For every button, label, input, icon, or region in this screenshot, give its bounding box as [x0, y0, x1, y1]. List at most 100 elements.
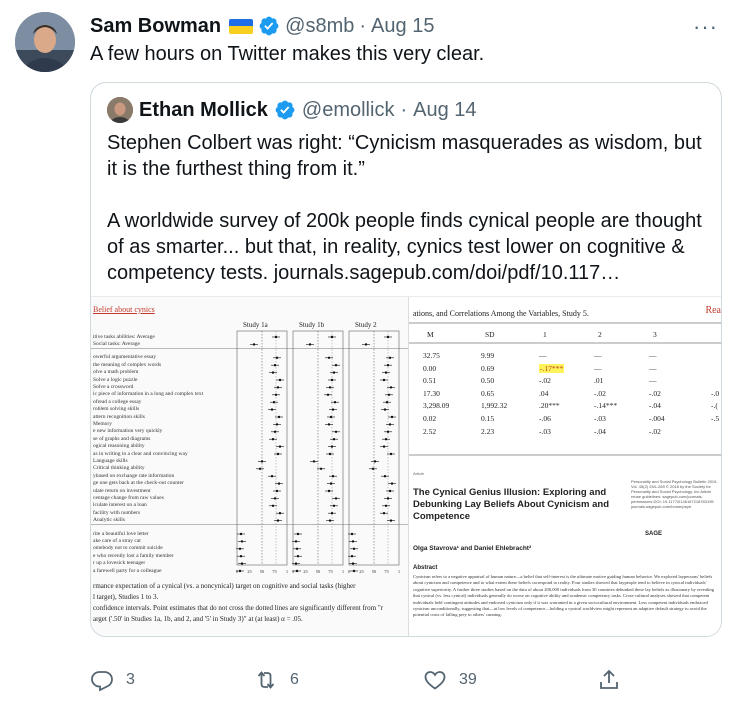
figure-caption-line-3: confidence intervals. Point estimates th… — [93, 604, 384, 612]
estimate-point — [334, 364, 338, 367]
table-column-header: 3 — [653, 330, 657, 339]
plot-row-label: ic piece of information in a long and co… — [93, 391, 204, 398]
estimate-point — [276, 452, 280, 456]
table-cell: — — [539, 351, 547, 360]
table-rules — [409, 322, 721, 456]
table-cell: 0.51 — [423, 376, 437, 386]
plot-row-label: ogical reasoning ability — [93, 443, 145, 450]
plot-row-label: Language skills — [93, 457, 128, 464]
author-name[interactable]: Sam Bowman — [90, 15, 221, 38]
paper-first-page: Article The Cynical Genius Illusion: Exp… — [409, 465, 721, 636]
plot-column-header: Study 2 — [355, 321, 377, 329]
plot-row-label: the meaning of complex words — [93, 361, 162, 368]
figure-caption-line-1: rmance expectation of a cynical (vs. a n… — [93, 582, 356, 590]
quoted-tweet-date[interactable]: Aug 14 — [413, 99, 476, 122]
plot-row-label: Solve a logic puzzle — [93, 376, 138, 383]
plot-row-label: rite a beautiful love letter — [93, 530, 149, 537]
separator-dot: · — [400, 98, 408, 121]
estimate-point — [273, 497, 277, 500]
plot-row-label: e new information very quickly — [93, 428, 163, 435]
plot-row-label: e who recently lost a family member — [93, 552, 174, 559]
verified-badge-icon — [259, 16, 279, 36]
plot-row-label: ybased on exchange rate information — [93, 472, 175, 479]
axis-tick-label: 75 — [272, 569, 277, 574]
quoted-author-handle[interactable]: @emollick — [302, 99, 395, 122]
estimate-point — [386, 335, 390, 339]
axis-tick-label: 1 — [286, 569, 288, 574]
estimate-point — [352, 569, 356, 573]
estimate-point — [277, 482, 281, 485]
plot-row-label: Critical thinking ability — [93, 465, 145, 472]
tweet[interactable]: Sam Bowman @s8mb · Aug 15 ··· A few hour… — [0, 0, 736, 702]
table-cell: 0.50 — [481, 376, 495, 386]
ukraine-flag-icon — [229, 18, 254, 34]
sage-logo: SAGE — [645, 531, 663, 537]
quoted-paragraph-2: A worldwide survey of 200k people finds … — [107, 210, 702, 284]
like-button[interactable]: 39 — [423, 668, 477, 692]
estimate-point — [352, 547, 356, 550]
estimate-point — [382, 445, 386, 448]
plot-row-label: a farewell party for a colleague — [93, 567, 162, 574]
quoted-author-name[interactable]: Ethan Mollick — [139, 99, 268, 122]
plot-row-label: itive tasks abilities: Average — [93, 333, 155, 340]
table-cell: — — [594, 351, 602, 360]
table-column-header: M — [427, 330, 434, 339]
reply-button[interactable]: 3 — [90, 668, 135, 692]
tweet-date[interactable]: Aug 15 — [371, 15, 434, 38]
plot-row-label: owerful argumentative essay — [93, 354, 157, 361]
more-icon[interactable]: ··· — [693, 14, 718, 40]
tweet-header: Sam Bowman @s8mb · Aug 15 — [90, 13, 434, 39]
estimate-point — [386, 430, 390, 433]
estimate-point — [327, 356, 331, 359]
retweet-count: 6 — [290, 671, 299, 688]
table-cell: -.004 — [649, 414, 665, 423]
quoted-tweet-text: Stephen Colbert was right: “Cynicism mas… — [107, 130, 707, 286]
estimate-point — [327, 489, 331, 493]
share-button[interactable] — [597, 668, 621, 692]
quoted-tweet[interactable]: Ethan Mollick @emollick · Aug 14 Stephen… — [90, 82, 722, 637]
estimate-point — [329, 482, 333, 485]
retweet-button[interactable]: 6 — [254, 668, 299, 692]
estimate-point — [388, 489, 392, 493]
quoted-avatar[interactable] — [107, 97, 133, 123]
estimate-point — [238, 547, 242, 550]
plot-row-label: Solve a crossword — [93, 383, 134, 390]
estimate-point — [275, 489, 279, 493]
table-cell: -.( — [711, 401, 718, 411]
estimate-point — [385, 401, 389, 404]
estimate-point — [332, 504, 336, 507]
avatar[interactable] — [15, 12, 75, 72]
plot-title: Belief about cynics — [93, 305, 155, 314]
table-cell: — — [649, 376, 657, 386]
quoted-media[interactable]: 0 25 50 75 1 0 25 50 75 1 0 25 50 75 1 Belief about cy… — [91, 296, 721, 636]
estimate-point — [386, 497, 390, 500]
media-image-paper[interactable]: ations, and Correlations Among the Varia… — [409, 297, 721, 636]
media-image-forest-plot[interactable]: 0 25 50 75 1 0 25 50 75 1 0 25 50 75 1 Belief about cy… — [91, 297, 409, 636]
author-handle[interactable]: @s8mb — [285, 15, 354, 38]
estimate-point — [330, 445, 334, 448]
axis-tick-label: 1 — [342, 569, 344, 574]
estimate-point — [328, 519, 332, 522]
figure-caption-line-4: arget ('.50' in Studies 1a, 1b, and 2, a… — [93, 615, 303, 623]
estimate-point — [273, 430, 277, 433]
table-cell: -.0 — [711, 388, 720, 398]
axis-tick-label: 25 — [247, 569, 252, 574]
estimate-point — [331, 408, 335, 411]
plot-row-label: facility with numbers — [93, 509, 141, 516]
estimate-point — [296, 555, 300, 558]
estimate-point — [326, 393, 330, 396]
plot-row-label: olve a math problem — [93, 369, 139, 376]
table-cell: -.04 — [594, 426, 606, 436]
table-cell: .20*** — [539, 401, 560, 411]
estimate-point — [277, 415, 281, 419]
table-cell: 32.75 — [423, 351, 440, 360]
table-cell: 2.23 — [481, 426, 495, 436]
estimate-point — [270, 475, 274, 478]
table-cell: — — [649, 351, 657, 360]
article-label: Article — [413, 471, 425, 476]
reply-count: 3 — [126, 671, 135, 688]
estimate-point — [351, 540, 355, 543]
axis-tick-label: 0 — [236, 569, 239, 574]
separator-dot: · — [359, 14, 367, 37]
plot-row-label: omebody not to commit suicide — [93, 545, 163, 552]
